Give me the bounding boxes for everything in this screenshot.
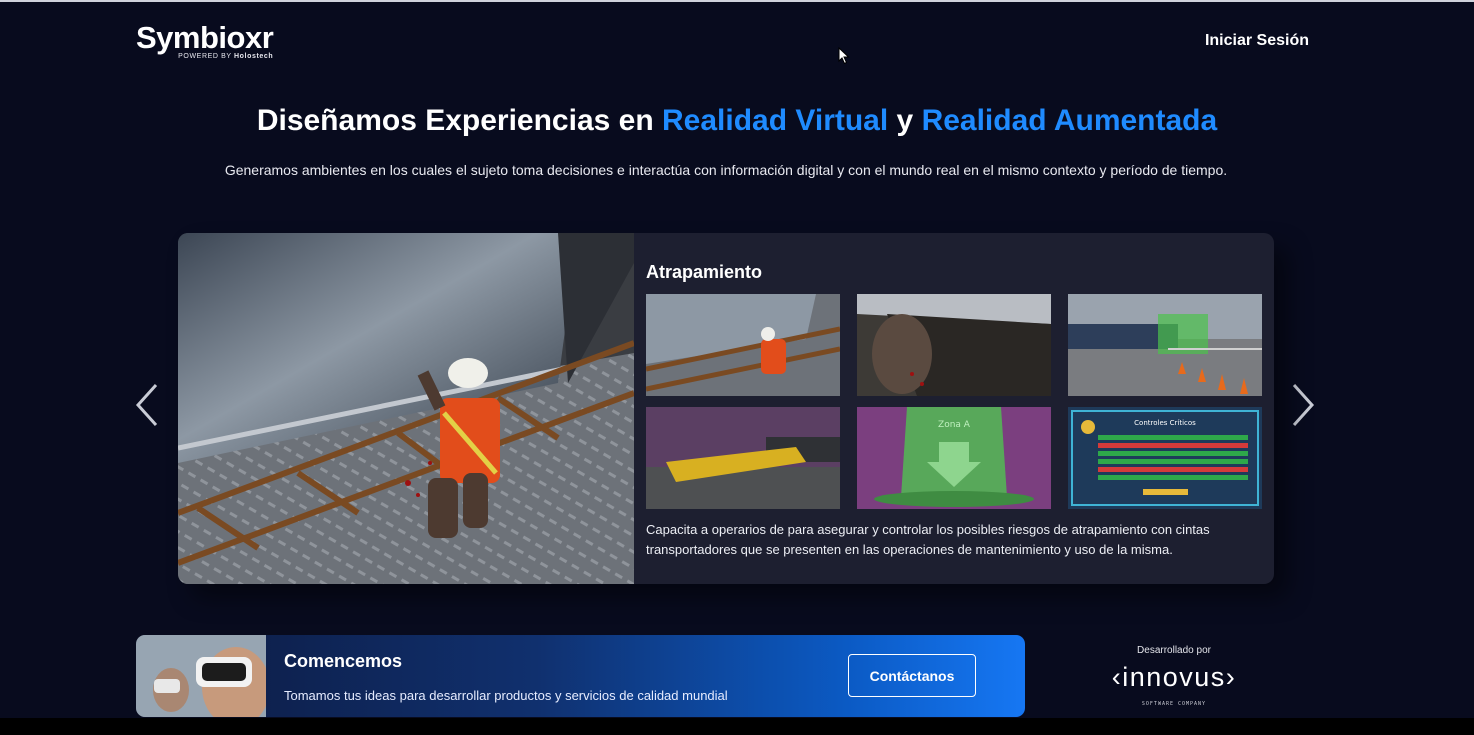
thumbnail-5-image: Zona A	[857, 407, 1051, 509]
thumbnail-4-image	[646, 407, 840, 509]
thumbnail-2-image	[857, 294, 1051, 396]
hero-title-ar: Realidad Aumentada	[921, 104, 1218, 137]
thumbnail-3[interactable]	[1068, 294, 1262, 396]
thumbnail-5[interactable]: Zona A	[857, 407, 1051, 509]
bottom-bar	[0, 718, 1474, 735]
logo-company: Holostech	[234, 53, 274, 60]
carousel-prev-button[interactable]	[134, 382, 164, 428]
cta-banner: Comencemos Tomamos tus ideas para desarr…	[136, 635, 1025, 717]
chevron-right-icon	[1292, 383, 1315, 427]
thumbnail-3-image	[1068, 294, 1262, 396]
developed-by-label: Desarrollado por	[1137, 645, 1211, 656]
thumbnail-4[interactable]	[646, 407, 840, 509]
cta-title: Comencemos	[284, 651, 403, 671]
innovus-tagline: SOFTWARE COMPANY	[1141, 701, 1207, 707]
carousel-slide-card: Atrapamiento Zona A Controles Críticos C…	[178, 233, 1274, 584]
thumbnail-6[interactable]: Controles Críticos	[1068, 407, 1262, 509]
vr-headset-image	[136, 635, 266, 717]
innovus-logo[interactable]: ‹innovus›	[1096, 660, 1252, 694]
hero-title: Diseñamos Experiencias en Realidad Virtu…	[0, 104, 1474, 138]
slide-main-image	[178, 233, 634, 584]
login-link[interactable]: Iniciar Sesión	[1205, 32, 1309, 50]
hero-title-vr: Realidad Virtual	[662, 104, 889, 137]
slide-title: Atrapamiento	[646, 262, 763, 282]
thumbnail-panel-title: Controles Críticos	[1134, 419, 1196, 427]
logo-powered-text: POWERED BY	[178, 53, 232, 60]
hero-subtitle: Generamos ambientes en los cuales el suj…	[224, 162, 1228, 178]
thumbnail-1[interactable]	[646, 294, 840, 396]
mouse-cursor-icon	[838, 47, 850, 65]
cta-text: Tomamos tus ideas para desarrollar produ…	[284, 688, 728, 703]
browser-top-border	[0, 0, 1474, 2]
chevron-left-icon	[135, 383, 158, 427]
hero-title-part1: Diseñamos Experiencias en	[256, 104, 663, 137]
slide-thumbnail-grid: Zona A Controles Críticos	[646, 294, 1262, 509]
hero-title-part2: y	[888, 104, 922, 137]
symbioxr-logo[interactable]: Symbioxr POWERED BY Holostech	[136, 20, 274, 61]
contact-button[interactable]: Contáctanos	[848, 654, 976, 697]
thumbnail-2[interactable]	[857, 294, 1051, 396]
slide-description: Capacita a operarios de para asegurar y …	[646, 522, 1210, 557]
thumbnail-6-image: Controles Críticos	[1068, 407, 1262, 509]
thumbnail-zone-label: Zona A	[938, 420, 971, 430]
thumbnail-1-image	[646, 294, 840, 396]
logo-name: Symbioxr	[136, 20, 274, 55]
carousel-next-button[interactable]	[1286, 382, 1316, 428]
